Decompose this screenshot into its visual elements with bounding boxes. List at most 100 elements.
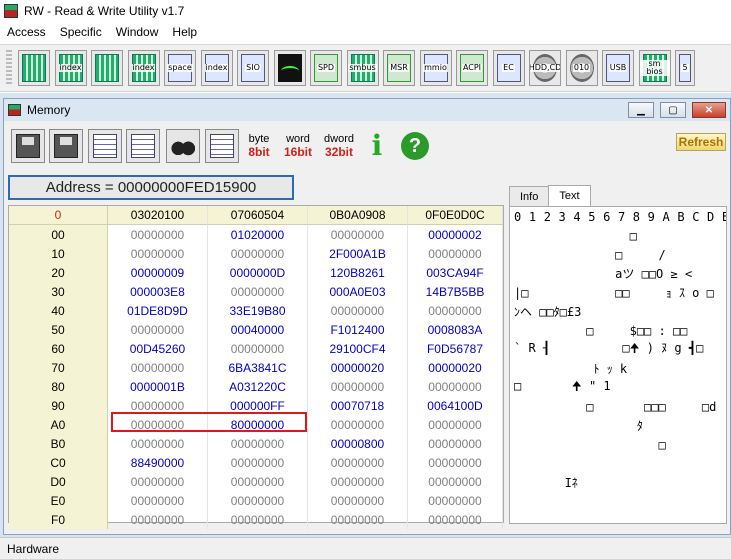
- memory-cell[interactable]: 000A0E03: [308, 282, 408, 301]
- memory-cell[interactable]: 000003E8: [108, 282, 208, 301]
- memory-cell[interactable]: 00000000: [108, 434, 208, 453]
- byte-8bit-button[interactable]: byte 8bit: [242, 129, 276, 163]
- memory-cell[interactable]: 00000000: [408, 491, 503, 510]
- memory-cell[interactable]: 00040000: [208, 320, 308, 339]
- menu-window[interactable]: Window: [109, 25, 166, 39]
- info-button[interactable]: i: [360, 129, 394, 163]
- more-button[interactable]: 5: [675, 50, 695, 86]
- memory-cell[interactable]: 003CA94F: [408, 263, 503, 282]
- acpi-button[interactable]: ACPI: [456, 50, 488, 86]
- memory-cell[interactable]: 120B8261: [308, 263, 408, 282]
- memory-cell[interactable]: 00070718: [308, 396, 408, 415]
- memory-cell[interactable]: 00000000: [408, 434, 503, 453]
- memory-cell[interactable]: 00000020: [308, 358, 408, 377]
- tab-text[interactable]: Text: [548, 185, 591, 206]
- memory-cell[interactable]: 00000000: [208, 510, 308, 529]
- memory-cell[interactable]: 29100CF4: [308, 339, 408, 358]
- memory-cell[interactable]: 6BA3841C: [208, 358, 308, 377]
- memory-cell[interactable]: 00000000: [208, 339, 308, 358]
- tab-info[interactable]: Info: [509, 186, 550, 206]
- memory-cell[interactable]: 00000000: [408, 244, 503, 263]
- memory-cell[interactable]: 00000000: [408, 472, 503, 491]
- memory-cell[interactable]: 00000000: [208, 491, 308, 510]
- memory-cell[interactable]: 0008083A: [408, 320, 503, 339]
- memory-cell[interactable]: 00000000: [108, 415, 208, 434]
- disk-010-button[interactable]: 010: [565, 50, 598, 86]
- memory-cell[interactable]: 00000000: [308, 225, 408, 244]
- memory-cell[interactable]: 00000000: [208, 244, 308, 263]
- smbios-button[interactable]: sm bios: [638, 50, 671, 86]
- memory-cell[interactable]: 00000000: [308, 491, 408, 510]
- io-index-button[interactable]: index: [200, 50, 233, 86]
- memory-index-button[interactable]: index: [54, 50, 87, 86]
- memory-cell[interactable]: 00000000: [308, 415, 408, 434]
- memory-cell[interactable]: 00000000: [108, 472, 208, 491]
- memory-cell[interactable]: 0000001B: [108, 377, 208, 396]
- memory-cell[interactable]: 00000000: [108, 396, 208, 415]
- close-button[interactable]: ✕: [692, 102, 726, 118]
- save-binary-button[interactable]: [49, 129, 83, 163]
- save-page-button[interactable]: [126, 129, 160, 163]
- ec-button[interactable]: EC: [492, 50, 525, 86]
- open-page-button[interactable]: [88, 129, 122, 163]
- memory-cell[interactable]: 00000000: [308, 453, 408, 472]
- memory-cell[interactable]: 00000000: [108, 320, 208, 339]
- memory-cell[interactable]: 01020000: [208, 225, 308, 244]
- memory-cell[interactable]: 0064100D: [408, 396, 503, 415]
- memory-cell[interactable]: 80000000: [208, 415, 308, 434]
- memory-button[interactable]: [18, 50, 50, 86]
- memory-cell[interactable]: 00000000: [108, 358, 208, 377]
- memory-cell[interactable]: 00000000: [208, 472, 308, 491]
- mmio-button[interactable]: mmio: [419, 50, 452, 86]
- super-io-button[interactable]: SIO: [237, 50, 269, 86]
- memory-cell[interactable]: A031220C: [208, 377, 308, 396]
- memory-cell[interactable]: F0D56787: [408, 339, 503, 358]
- memory-cell[interactable]: 00000009: [108, 263, 208, 282]
- memory-cell[interactable]: 000000FF: [208, 396, 308, 415]
- toolbar-grip[interactable]: [6, 50, 12, 86]
- memory-cell[interactable]: 00000800: [308, 434, 408, 453]
- smbus-button[interactable]: smbus: [346, 50, 379, 86]
- spd-button[interactable]: SPD: [310, 50, 342, 86]
- memory-cell[interactable]: 00000000: [108, 491, 208, 510]
- save-button[interactable]: [11, 129, 45, 163]
- memory-cell[interactable]: 14B7B5BB: [408, 282, 503, 301]
- maximize-button[interactable]: ▢: [660, 102, 686, 118]
- memory-cell[interactable]: 2F000A1B: [308, 244, 408, 263]
- memory-cell[interactable]: 0000000D: [208, 263, 308, 282]
- address-field[interactable]: Address = 00000000FED15900: [8, 175, 294, 200]
- memory-cell[interactable]: 00000000: [308, 377, 408, 396]
- index-button[interactable]: index: [127, 50, 160, 86]
- word-16bit-button[interactable]: word 16bit: [281, 129, 315, 163]
- memory-cell[interactable]: 00000000: [108, 244, 208, 263]
- io-space-button[interactable]: space: [164, 50, 196, 86]
- refresh-button[interactable]: Refresh: [676, 133, 726, 151]
- memory-cell[interactable]: 00000000: [308, 301, 408, 320]
- memory-cell[interactable]: F1012400: [308, 320, 408, 339]
- memory-cell[interactable]: 00000000: [308, 472, 408, 491]
- memory-window-titlebar[interactable]: Memory ▁ ▢ ✕: [4, 99, 730, 121]
- hdd-cd-button[interactable]: HDD,CD: [529, 50, 561, 86]
- help-button[interactable]: ?: [398, 129, 432, 163]
- memory-cell[interactable]: 00000000: [108, 510, 208, 529]
- memory2-button[interactable]: [91, 50, 123, 86]
- memory-cell[interactable]: 01DE8D9D: [108, 301, 208, 320]
- find-button[interactable]: [166, 129, 200, 163]
- memory-cell[interactable]: 00000000: [208, 453, 308, 472]
- memory-cell[interactable]: 00000000: [108, 225, 208, 244]
- memory-cell[interactable]: 33E19B80: [208, 301, 308, 320]
- dword-32bit-button[interactable]: dword 32bit: [320, 129, 358, 163]
- memory-cell[interactable]: 00000000: [408, 510, 503, 529]
- memory-cell[interactable]: 00000000: [408, 453, 503, 472]
- memory-cell[interactable]: 88490000: [108, 453, 208, 472]
- memory-cell[interactable]: 00000000: [408, 301, 503, 320]
- memory-cell[interactable]: 00D45260: [108, 339, 208, 358]
- minimize-button[interactable]: ▁: [628, 102, 654, 118]
- usb-button[interactable]: USB: [602, 50, 634, 86]
- memory-cell[interactable]: 00000000: [208, 282, 308, 301]
- msr-button[interactable]: MSR: [383, 50, 415, 86]
- menu-specific[interactable]: Specific: [53, 25, 109, 39]
- table-view-button[interactable]: [205, 129, 239, 163]
- menu-help[interactable]: Help: [165, 25, 204, 39]
- memory-cell[interactable]: 00000002: [408, 225, 503, 244]
